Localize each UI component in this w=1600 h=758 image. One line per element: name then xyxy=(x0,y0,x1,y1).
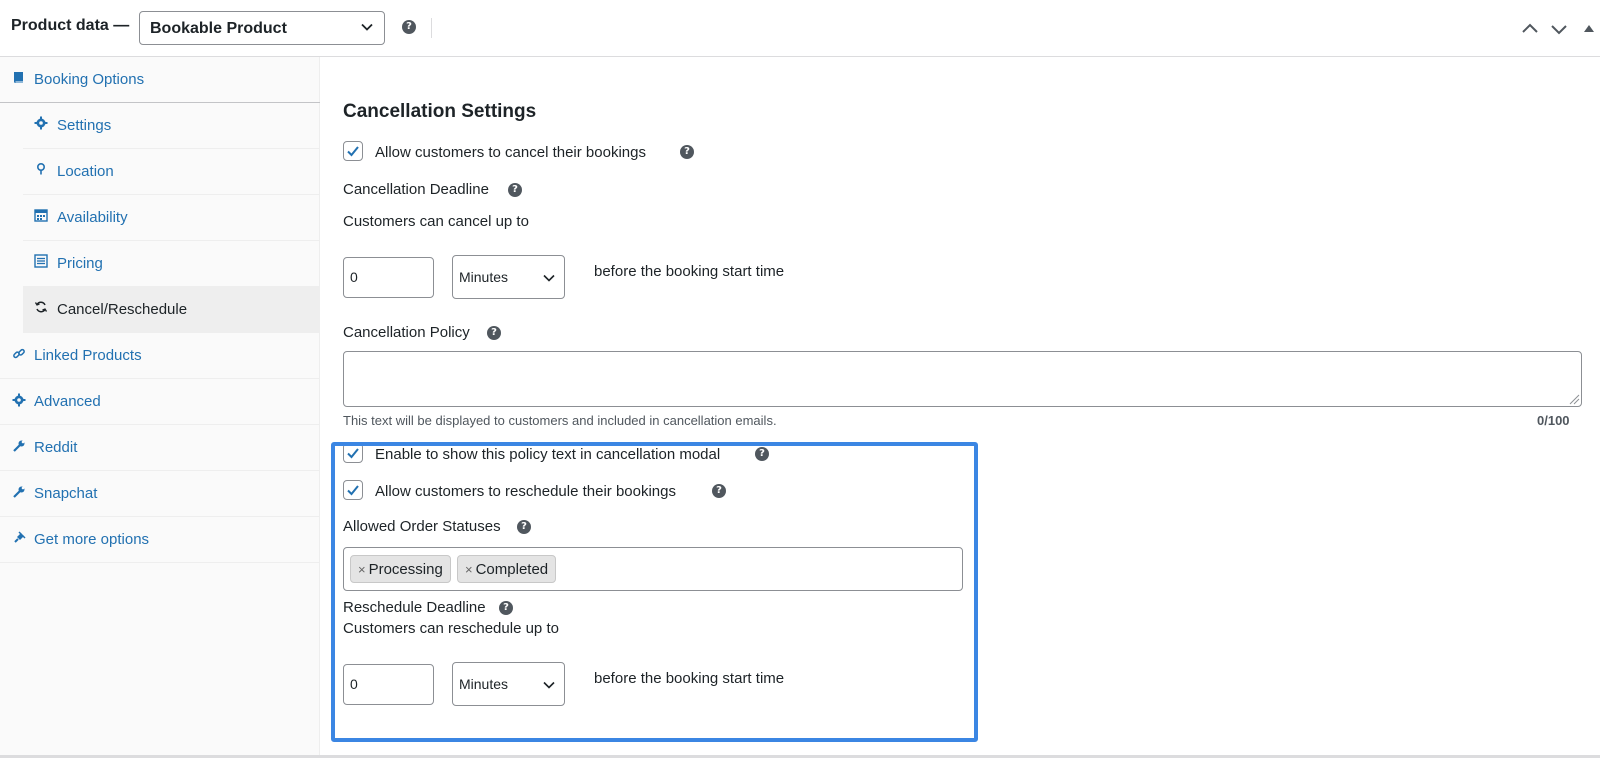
help-icon[interactable]: ? xyxy=(517,520,531,534)
subtab-pricing[interactable]: Pricing xyxy=(23,241,320,287)
tab-snapchat[interactable]: Snapchat xyxy=(0,471,320,517)
show-policy-label: Enable to show this policy text in cance… xyxy=(375,446,721,463)
allow-cancel-label: Allow customers to cancel their bookings xyxy=(375,144,646,161)
help-icon[interactable]: ? xyxy=(755,447,769,461)
chevron-down-icon xyxy=(543,274,555,282)
status-chip-processing: × Processing xyxy=(350,555,451,583)
allow-reschedule-label: Allow customers to reschedule their book… xyxy=(375,483,676,500)
checkmark-icon xyxy=(347,146,359,157)
policy-char-counter: 0/100 xyxy=(1537,413,1570,428)
cancellation-policy-textarea[interactable] xyxy=(343,351,1582,407)
cancellation-deadline-label: Cancellation Deadline xyxy=(343,181,489,198)
tab-get-more-options[interactable]: Get more options xyxy=(0,517,320,563)
reschedule-deadline-suffix: before the booking start time xyxy=(594,670,785,687)
tab-advanced-label: Advanced xyxy=(34,393,101,410)
chevron-down-icon xyxy=(543,681,555,689)
chevron-down-icon xyxy=(361,23,373,31)
reschedule-deadline-unit-select[interactable]: Minutes xyxy=(452,662,565,706)
tab-snapchat-label: Snapchat xyxy=(34,485,98,502)
resize-grip-icon[interactable] xyxy=(1568,393,1580,405)
help-icon[interactable]: ? xyxy=(712,484,726,498)
show-policy-checkbox[interactable] xyxy=(343,443,363,463)
reschedule-deadline-label: Reschedule Deadline xyxy=(343,599,486,616)
subtab-availability-label: Availability xyxy=(57,209,128,226)
tab-booking-options[interactable]: Booking Options xyxy=(0,57,320,103)
section-title: Cancellation Settings xyxy=(343,101,537,122)
plugin-icon xyxy=(14,531,26,543)
link-icon xyxy=(13,348,25,359)
tab-get-more-options-label: Get more options xyxy=(34,531,150,548)
allow-reschedule-checkbox[interactable] xyxy=(343,480,363,500)
cancel-deadline-unit-value: Minutes xyxy=(459,269,509,285)
reschedule-deadline-unit-value: Minutes xyxy=(459,676,509,692)
checkmark-icon xyxy=(347,448,359,459)
reschedule-deadline-input[interactable]: 0 xyxy=(343,664,434,705)
help-icon[interactable]: ? xyxy=(487,326,501,340)
gear-icon xyxy=(34,116,48,130)
cancellation-policy-label: Cancellation Policy xyxy=(343,324,470,341)
subtab-pricing-label: Pricing xyxy=(57,255,103,272)
product-type-value: Bookable Product xyxy=(150,20,287,37)
help-icon[interactable]: ? xyxy=(508,183,522,197)
remove-chip-icon[interactable]: × xyxy=(465,562,473,577)
help-icon[interactable]: ? xyxy=(402,20,416,34)
move-up-icon[interactable] xyxy=(1519,18,1541,40)
gear-icon xyxy=(12,393,26,407)
product-data-header: Product data — Bookable Product ? xyxy=(0,0,1600,57)
cancel-up-to-text: Customers can cancel up to xyxy=(343,213,529,230)
subtab-cancel-reschedule-label: Cancel/Reschedule xyxy=(57,301,188,318)
list-icon xyxy=(34,254,48,268)
subtab-location[interactable]: Location xyxy=(23,149,320,195)
tab-reddit[interactable]: Reddit xyxy=(0,425,320,471)
book-icon xyxy=(14,72,23,83)
reschedule-up-to-text: Customers can reschedule up to xyxy=(343,620,559,637)
allow-cancel-checkbox[interactable] xyxy=(343,141,363,161)
remove-chip-icon[interactable]: × xyxy=(358,562,366,577)
help-icon[interactable]: ? xyxy=(499,601,513,615)
location-pin-icon xyxy=(36,162,46,175)
status-chip-completed: × Completed xyxy=(457,555,557,583)
header-divider xyxy=(431,18,432,38)
wrench-icon xyxy=(13,440,25,452)
move-down-icon[interactable] xyxy=(1548,18,1570,40)
subtab-settings[interactable]: Settings xyxy=(23,103,320,149)
cancellation-settings-panel: Cancellation Settings Allow customers to… xyxy=(321,57,1600,755)
tab-booking-options-label: Booking Options xyxy=(34,71,145,88)
status-chip-label: Completed xyxy=(475,561,549,578)
tab-reddit-label: Reddit xyxy=(34,439,78,456)
tab-linked-products[interactable]: Linked Products xyxy=(0,333,320,379)
tab-linked-products-label: Linked Products xyxy=(34,347,142,364)
allowed-order-statuses-label: Allowed Order Statuses xyxy=(343,518,501,535)
status-chip-label: Processing xyxy=(368,561,443,578)
product-data-title: Product data — xyxy=(11,17,130,34)
calendar-icon xyxy=(34,209,48,222)
product-type-select[interactable]: Bookable Product xyxy=(139,11,385,45)
help-icon[interactable]: ? xyxy=(680,145,694,159)
product-data-tabs: Booking Options Settings Location Availa… xyxy=(0,57,320,755)
subtab-settings-label: Settings xyxy=(57,117,112,134)
wrench-icon xyxy=(13,486,25,498)
policy-hint-text: This text will be displayed to customers… xyxy=(343,413,777,428)
collapse-toggle-icon[interactable] xyxy=(1583,22,1595,34)
subtab-location-label: Location xyxy=(57,163,114,180)
tab-advanced[interactable]: Advanced xyxy=(0,379,320,425)
cancel-deadline-suffix: before the booking start time xyxy=(594,263,785,280)
checkmark-icon xyxy=(347,485,359,496)
refresh-icon xyxy=(34,301,48,313)
subtab-availability[interactable]: Availability xyxy=(23,195,320,241)
subtab-cancel-reschedule[interactable]: Cancel/Reschedule xyxy=(23,287,320,333)
order-statuses-multiselect[interactable]: × Processing × Completed xyxy=(343,547,963,591)
cancel-deadline-unit-select[interactable]: Minutes xyxy=(452,255,565,299)
cancel-deadline-input[interactable]: 0 xyxy=(343,257,434,298)
